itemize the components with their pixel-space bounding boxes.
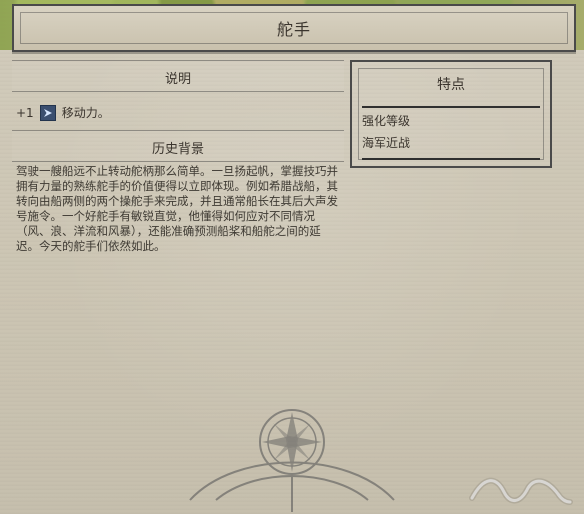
traits-title: 特点 (437, 77, 465, 93)
movement-icon (39, 104, 56, 121)
trait-item-2: 海军近战 (362, 136, 411, 150)
effect-prefix: +1 (16, 105, 34, 120)
description-header: 说明 (12, 60, 344, 92)
watermark-logo (469, 477, 573, 505)
history-paragraph: 驾驶一艘船远不止转动舵柄那么简单。一旦扬起帆，掌握技巧并拥有力量的熟练舵手的价值… (16, 164, 338, 253)
effect-row: +1 移动力。 (16, 104, 110, 121)
history-header: 历史背景 (12, 130, 344, 162)
traits-panel: 特点 强化等级 海军近战 (350, 60, 552, 168)
history-title: 历史背景 (151, 142, 204, 157)
description-title: 说明 (164, 72, 191, 87)
page-title: 舵手 (276, 20, 311, 39)
effect-text: 移动力。 (61, 106, 110, 120)
compass-icon (189, 409, 395, 512)
traits-divider-bottom (362, 158, 540, 160)
title-bar: 舵手 (12, 4, 576, 52)
history-body: 驾驶一艘船远不止转动舵柄那么简单。一旦扬起帆，掌握技巧并拥有力量的熟练舵手的价值… (16, 164, 342, 254)
traits-divider-top (362, 106, 540, 108)
trait-item-1: 强化等级 (362, 114, 411, 128)
